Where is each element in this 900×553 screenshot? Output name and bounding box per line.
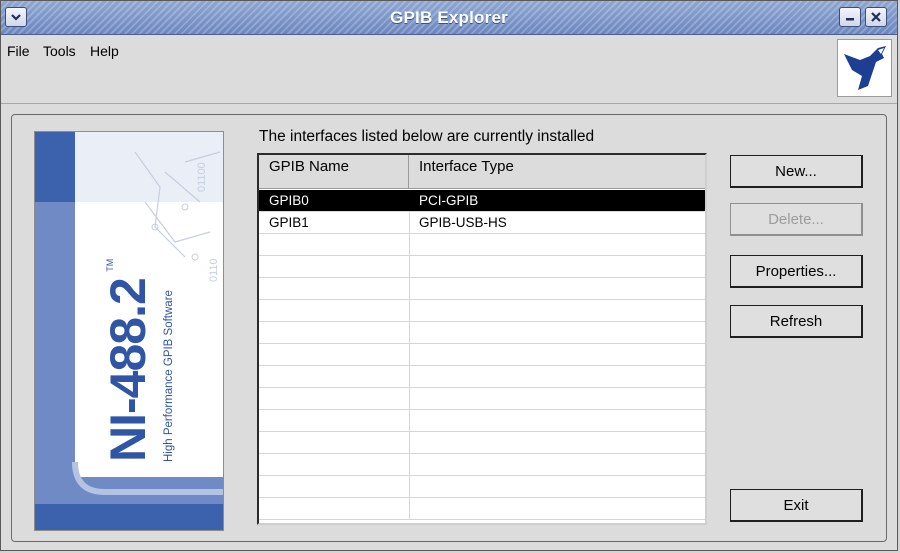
empty-row bbox=[259, 278, 705, 300]
banner-tagline: High Performance GPIB Software bbox=[163, 290, 175, 462]
delete-button[interactable]: Delete... bbox=[730, 203, 863, 236]
menu-bar: File Tools Help bbox=[1, 35, 897, 104]
column-divider bbox=[409, 498, 410, 519]
ni-488-banner: 01100 0110 NI-488.2 TM High Performance … bbox=[34, 131, 224, 531]
banner-product-name: NI-488.2 bbox=[100, 278, 156, 462]
interfaces-heading: The interfaces listed below are currentl… bbox=[259, 128, 595, 145]
table-row[interactable]: GPIB0 PCI-GPIB bbox=[259, 190, 705, 212]
column-header-gpib-name[interactable]: GPIB Name bbox=[259, 155, 409, 189]
table-row[interactable]: GPIB1 GPIB-USB-HS bbox=[259, 212, 705, 234]
empty-row bbox=[259, 256, 705, 278]
banner-binary-1: 01100 bbox=[196, 162, 208, 192]
column-divider bbox=[409, 344, 410, 365]
column-divider bbox=[409, 366, 410, 387]
column-divider bbox=[409, 212, 410, 233]
row-interface-type: GPIB-USB-HS bbox=[419, 215, 507, 230]
banner-trademark: TM bbox=[105, 258, 115, 272]
empty-row bbox=[259, 344, 705, 366]
empty-row bbox=[259, 454, 705, 476]
empty-row bbox=[259, 410, 705, 432]
ni-eagle-logo-icon bbox=[844, 46, 886, 90]
empty-row bbox=[259, 388, 705, 410]
gpib-explorer-window: GPIB Explorer File Tools Help 01100 0110… bbox=[0, 0, 898, 551]
title-bar[interactable]: GPIB Explorer bbox=[1, 1, 897, 35]
row-interface-type: PCI-GPIB bbox=[419, 193, 479, 208]
minimize-button[interactable] bbox=[839, 7, 861, 27]
menu-help[interactable]: Help bbox=[90, 43, 119, 59]
column-divider bbox=[409, 300, 410, 321]
column-divider bbox=[409, 234, 410, 255]
empty-row bbox=[259, 498, 705, 520]
refresh-button[interactable]: Refresh bbox=[730, 305, 863, 338]
empty-row bbox=[259, 432, 705, 454]
menu-file[interactable]: File bbox=[7, 43, 30, 59]
main-panel: 01100 0110 NI-488.2 TM High Performance … bbox=[11, 114, 887, 542]
window-title: GPIB Explorer bbox=[390, 8, 508, 27]
properties-button[interactable]: Properties... bbox=[730, 255, 863, 288]
empty-row bbox=[259, 234, 705, 256]
minimize-icon bbox=[846, 18, 854, 21]
interfaces-list[interactable]: GPIB Name Interface Type GPIB0 PCI-GPIB … bbox=[257, 153, 707, 525]
new-button[interactable]: New... bbox=[730, 155, 863, 188]
row-gpib-name: GPIB1 bbox=[269, 215, 309, 230]
empty-row bbox=[259, 366, 705, 388]
column-divider bbox=[409, 476, 410, 497]
column-divider bbox=[409, 322, 410, 343]
close-icon bbox=[871, 12, 881, 22]
menu-tools[interactable]: Tools bbox=[43, 43, 76, 59]
row-gpib-name: GPIB0 bbox=[269, 193, 309, 208]
close-button[interactable] bbox=[865, 7, 887, 27]
column-divider bbox=[409, 256, 410, 277]
column-divider bbox=[409, 278, 410, 299]
empty-row bbox=[259, 300, 705, 322]
ni-logo bbox=[837, 39, 892, 97]
exit-button[interactable]: Exit bbox=[730, 489, 863, 522]
column-divider bbox=[409, 454, 410, 475]
column-divider bbox=[409, 388, 410, 409]
column-divider bbox=[409, 410, 410, 431]
empty-row bbox=[259, 322, 705, 344]
column-header-interface-type[interactable]: Interface Type bbox=[409, 155, 705, 189]
column-divider bbox=[409, 432, 410, 453]
banner-binary-2: 0110 bbox=[208, 258, 220, 282]
empty-row bbox=[259, 476, 705, 498]
